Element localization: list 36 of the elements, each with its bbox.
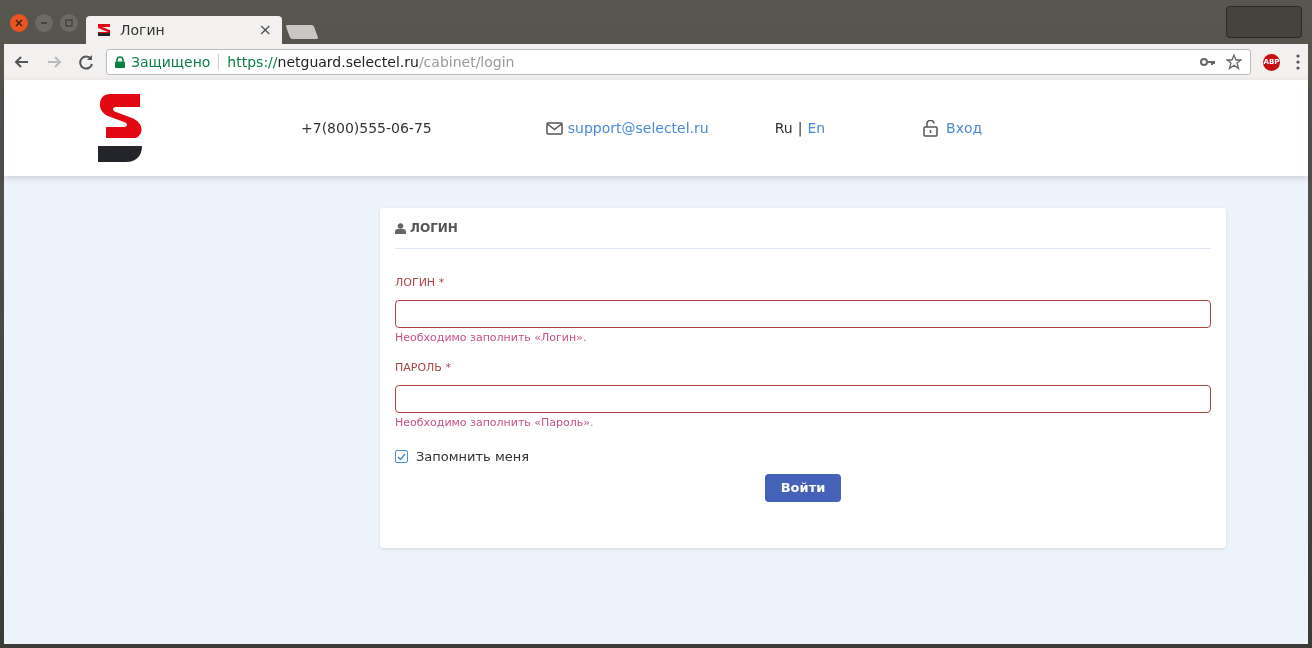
phone-number: +7(800)555-06-75 [301,118,432,138]
browser-tab[interactable]: Логин × [86,16,282,44]
security-label: Защищено [131,52,211,72]
login-link[interactable]: Вход [946,117,983,139]
close-icon [15,19,23,27]
s-logo-icon [96,23,112,37]
remember-checkbox[interactable] [395,450,408,464]
key-icon[interactable] [1200,57,1216,67]
url-text: https://netguard.selectel.ru/cabinet/login [227,52,515,72]
tab-title: Логин [120,20,166,40]
unlock-icon [923,119,940,137]
maximize-icon [65,19,73,27]
selectel-logo[interactable] [96,94,144,162]
error-message: Необходимо заполнить «Пароль». [395,414,595,431]
language-separator: | [797,118,803,139]
email-link[interactable]: support@selectel.ru [567,117,709,139]
remember-label: Запомнить меня [416,448,529,466]
language-link[interactable]: En [807,117,826,139]
login-button[interactable]: Войти [765,473,841,502]
user-icon [395,222,406,234]
star-icon[interactable] [1226,54,1242,70]
language-link[interactable]: Ru [774,117,793,139]
card-title: ЛОГИН [410,220,458,237]
close-window-button[interactable] [10,14,28,32]
input-field[interactable] [395,299,1211,328]
field-label: ЛОГИН * [395,275,446,291]
minimize-icon [40,19,48,27]
field-label: ПАРОЛЬ * [395,360,452,376]
input-field[interactable] [395,384,1211,413]
error-message: Необходимо заполнить «Логин». [395,329,588,346]
envelope-icon [545,121,563,135]
lock-icon [115,56,125,68]
new-tab-button[interactable] [285,25,319,39]
address-bar[interactable]: Защищено https://netguard.selectel.ru/cabinet/login [106,49,1251,75]
menu-icon[interactable] [1296,54,1300,70]
tab-close-button[interactable]: × [258,22,272,38]
